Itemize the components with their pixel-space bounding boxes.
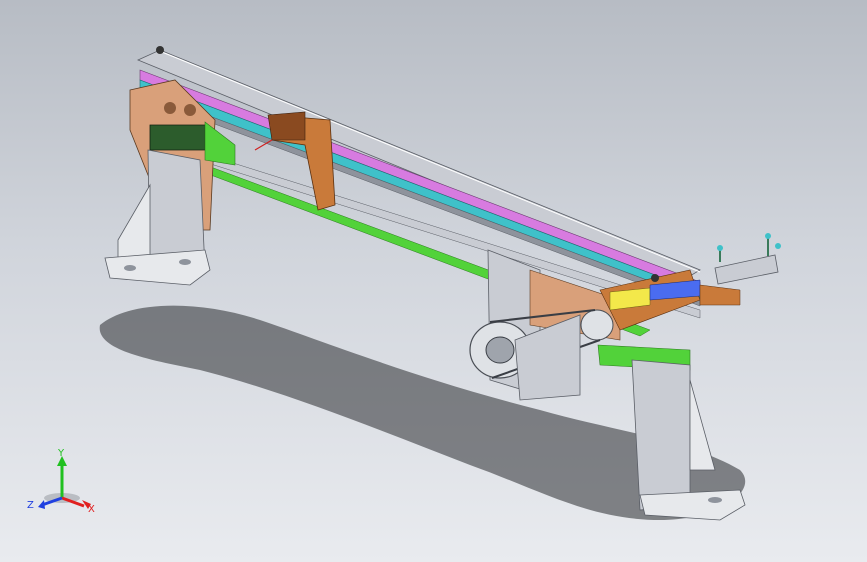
assembly-canvas[interactable]: Y X Z (0, 0, 867, 562)
z-axis-label: Z (27, 500, 34, 511)
x-axis-label: X (88, 504, 95, 515)
cad-viewport[interactable]: Y X Z (0, 0, 867, 562)
right-stand[interactable] (631, 359, 746, 521)
left-stand[interactable] (104, 149, 211, 286)
z-axis-arrow (38, 500, 45, 509)
pneumatic-cylinder[interactable] (714, 233, 781, 285)
y-axis-label: Y (57, 448, 65, 459)
axis-triad: Y X Z (27, 448, 95, 515)
